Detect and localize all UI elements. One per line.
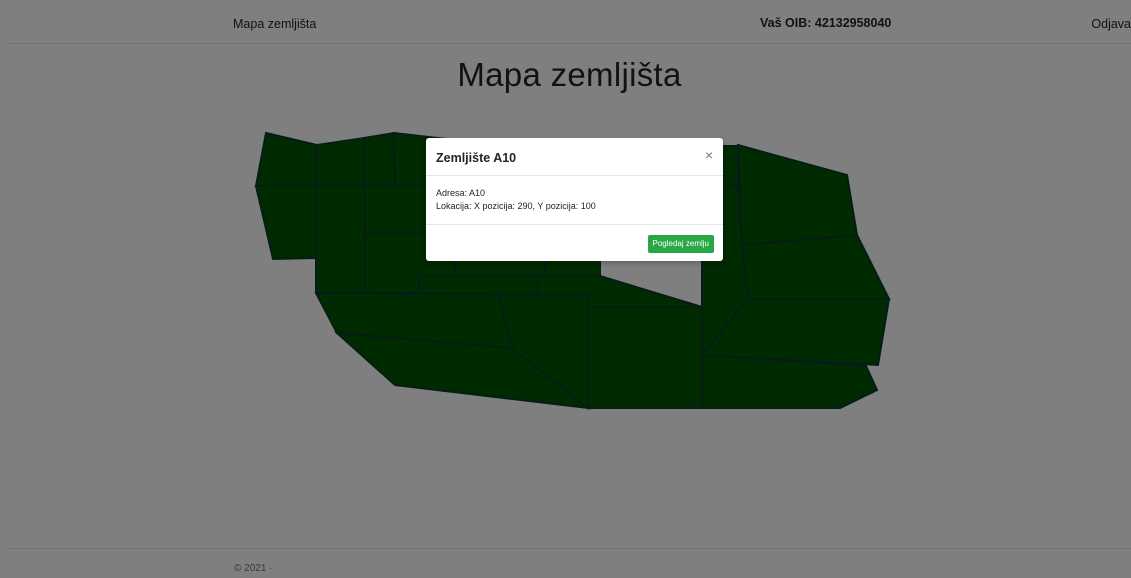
modal-header: Zemljište A10 × bbox=[426, 138, 723, 176]
modal-backdrop[interactable] bbox=[0, 0, 1131, 578]
parcel-location: Lokacija: X pozicija: 290, Y pozicija: 1… bbox=[436, 201, 596, 211]
view-land-button[interactable]: Pogledaj zemlju bbox=[647, 235, 714, 253]
close-icon[interactable]: × bbox=[705, 148, 713, 162]
modal-footer: Pogledaj zemlju bbox=[426, 224, 723, 261]
modal-body: Adresa: A10 Lokacija: X pozicija: 290, Y… bbox=[436, 187, 596, 213]
modal-title: Zemljište A10 bbox=[436, 151, 517, 165]
parcel-address: Adresa: A10 bbox=[436, 188, 486, 198]
parcel-modal: Zemljište A10 × Adresa: A10 Lokacija: X … bbox=[426, 138, 723, 261]
